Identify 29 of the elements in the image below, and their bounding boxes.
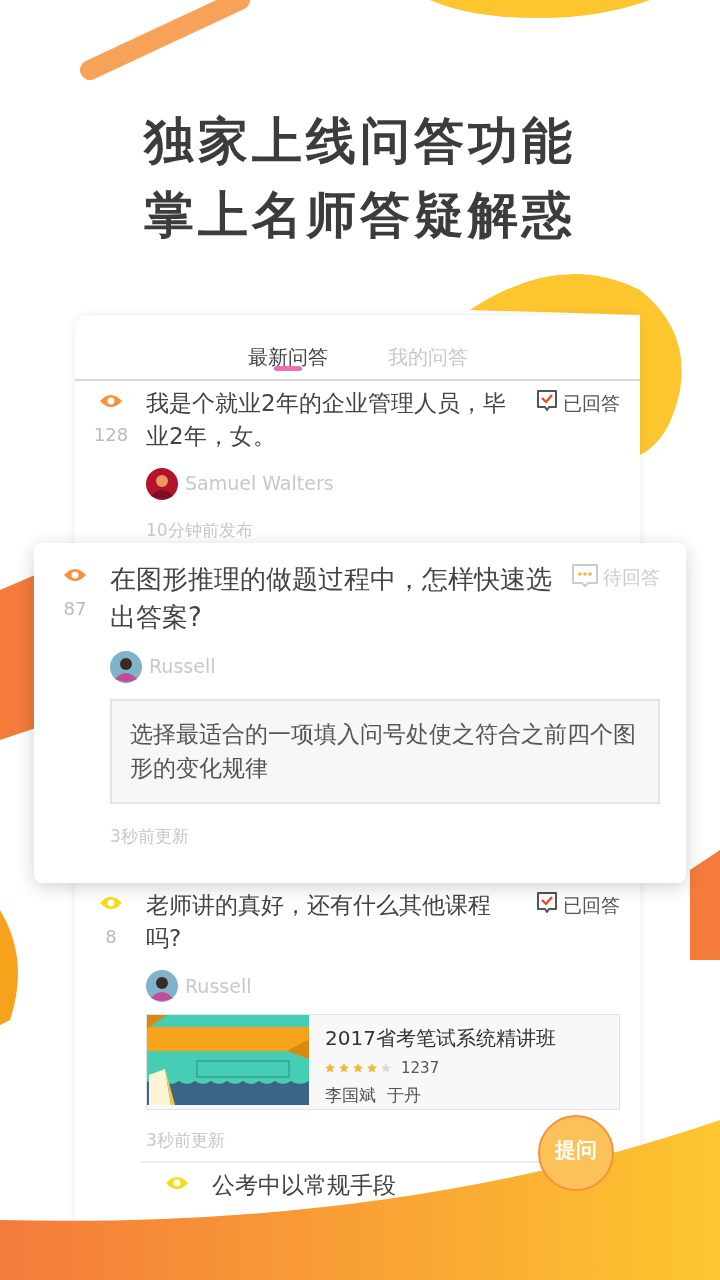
status-label: 已回答 [563, 391, 620, 416]
tab-indicator [273, 366, 302, 371]
avatar [146, 467, 178, 500]
checked-chat-icon [535, 389, 559, 413]
star-icon [353, 1063, 363, 1073]
status-label: 已回答 [563, 893, 620, 919]
chat-dots-icon [571, 563, 599, 590]
question-text: 公考中以常规手段 [212, 1171, 397, 1201]
answer-text: 选择最适合的一项填入问号处使之符合之前四个图形的变化规律 [110, 698, 660, 804]
view-count: 8 [105, 925, 117, 950]
view-count: 128 [93, 423, 129, 447]
avatar [110, 650, 142, 683]
star-icon [367, 1063, 377, 1073]
avatar [146, 969, 178, 1002]
star-icon [325, 1063, 335, 1073]
question-text: 在图形推理的做题过程中，怎样快速选出答案? [110, 563, 553, 634]
question-text: 老师讲的真好，还有什么其他课程吗? [146, 891, 492, 954]
star-icon [381, 1063, 391, 1073]
question-text: 我是个就业2年的企业管理人员，毕业2年，女。 [146, 389, 507, 452]
teacher-names: 李国斌 于丹 [325, 1084, 422, 1108]
rating-count: 1237 [401, 1057, 440, 1079]
course-card[interactable]: 2017省考笔试系统精讲班 1237 李国斌 于丹 [146, 1013, 620, 1110]
view-count: 87 [63, 597, 87, 622]
checked-chat-icon [535, 891, 559, 916]
star-icon [339, 1063, 349, 1073]
headline: 掌上名师答疑解惑 [144, 184, 576, 246]
course-title: 2017省考笔试系统精讲班 [325, 1024, 556, 1052]
headline: 独家上线问答功能 [144, 111, 576, 172]
tab[interactable]: 最新问答 [247, 315, 328, 379]
